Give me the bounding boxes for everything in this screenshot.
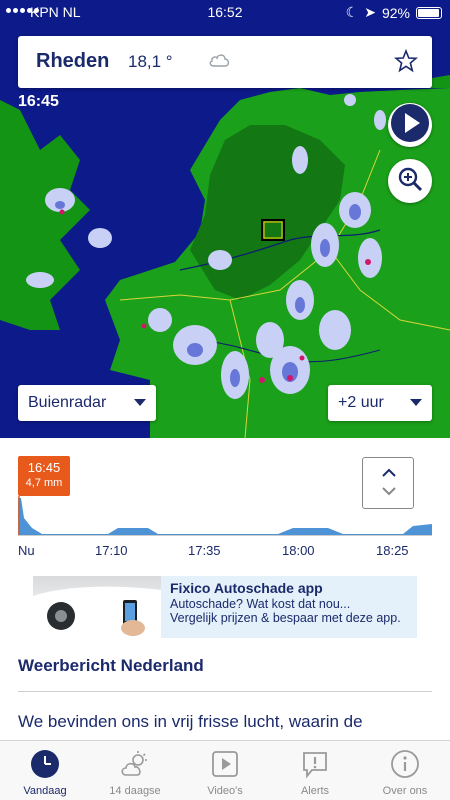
battery-percentage: 92%	[381, 4, 410, 21]
time-label: 17:35	[188, 543, 221, 558]
timespan-dropdown[interactable]: +2 uur	[328, 385, 432, 421]
layer-dropdown[interactable]: Buienradar	[18, 385, 156, 421]
chevron-down-icon	[134, 399, 146, 406]
status-bar: KPN NL 16:52 ☾ ➤ 92%	[0, 0, 450, 24]
zoom-button[interactable]	[388, 159, 432, 203]
time-label: Nu	[18, 543, 35, 558]
time-label: 18:25	[376, 543, 409, 558]
ad-text-line-1: Autoschade? Wat kost dat nou...	[170, 597, 351, 611]
advertisement-banner[interactable]: Fixico Autoschade app Autoschade? Wat ko…	[33, 576, 417, 638]
weather-report-text: We bevinden ons in vrij frisse lucht, wa…	[18, 712, 363, 731]
clock-icon	[30, 749, 60, 779]
location-city[interactable]: Rheden	[36, 50, 109, 73]
tab-label: 14 daagse	[109, 785, 161, 797]
tab-over-ons[interactable]: Over ons	[360, 741, 450, 800]
chevron-down-icon	[410, 399, 422, 406]
weather-report-title[interactable]: Weerbericht Nederland	[18, 656, 204, 676]
precipitation-graph[interactable]: 16:45 4,7 mm Nu 17:10 17:35 18:00 18:25	[0, 438, 450, 568]
tab-vandaag[interactable]: Vandaag	[0, 741, 90, 800]
current-precipitation-badge: 16:45 4,7 mm	[18, 456, 70, 496]
alert-bubble-icon	[300, 749, 330, 779]
now-value: 4,7 mm	[25, 477, 63, 489]
tab-bar: Vandaag 14 daagse Video's Alerts Over on…	[0, 740, 450, 800]
play-button[interactable]	[388, 103, 432, 147]
radar-map[interactable]: KPN NL 16:52 ☾ ➤ 92% Rheden 18,1 ° 16:45…	[0, 0, 450, 438]
location-arrow-icon: ➤	[364, 4, 376, 20]
tab-14-daagse[interactable]: 14 daagse	[90, 741, 180, 800]
sun-cloud-icon	[120, 749, 150, 779]
zoom-in-icon	[397, 166, 423, 197]
current-temperature: 18,1 °	[128, 52, 173, 71]
tab-alerts[interactable]: Alerts	[270, 741, 360, 800]
ad-title: Fixico Autoschade app	[170, 580, 323, 596]
play-icon	[388, 101, 432, 150]
radar-timestamp: 16:45	[18, 93, 59, 110]
graph-time-axis: Nu 17:10 17:35 18:00 18:25	[0, 543, 450, 561]
tab-label: Vandaag	[23, 785, 67, 797]
tab-label: Over ons	[382, 785, 428, 797]
moon-icon: ☾	[345, 4, 359, 20]
divider	[18, 691, 432, 692]
tab-label: Alerts	[300, 785, 330, 797]
timespan-dropdown-label: +2 uur	[338, 394, 384, 411]
ad-image	[33, 576, 161, 638]
location-card[interactable]: Rheden 18,1 °	[18, 36, 432, 88]
tab-label: Video's	[207, 785, 243, 797]
time-label: 18:00	[282, 543, 315, 558]
time-label: 17:10	[95, 543, 128, 558]
favorite-star-icon[interactable]	[393, 48, 419, 78]
cloud-icon	[208, 52, 232, 73]
tab-videos[interactable]: Video's	[180, 741, 270, 800]
now-time: 16:45	[27, 460, 61, 475]
layer-dropdown-label: Buienradar	[28, 394, 107, 411]
battery-icon	[416, 6, 442, 19]
video-icon	[210, 749, 240, 779]
info-icon	[390, 749, 420, 779]
precipitation-chart	[18, 496, 432, 536]
ad-text-line-2: Vergelijk prijzen & bespaar met deze app…	[170, 611, 401, 625]
